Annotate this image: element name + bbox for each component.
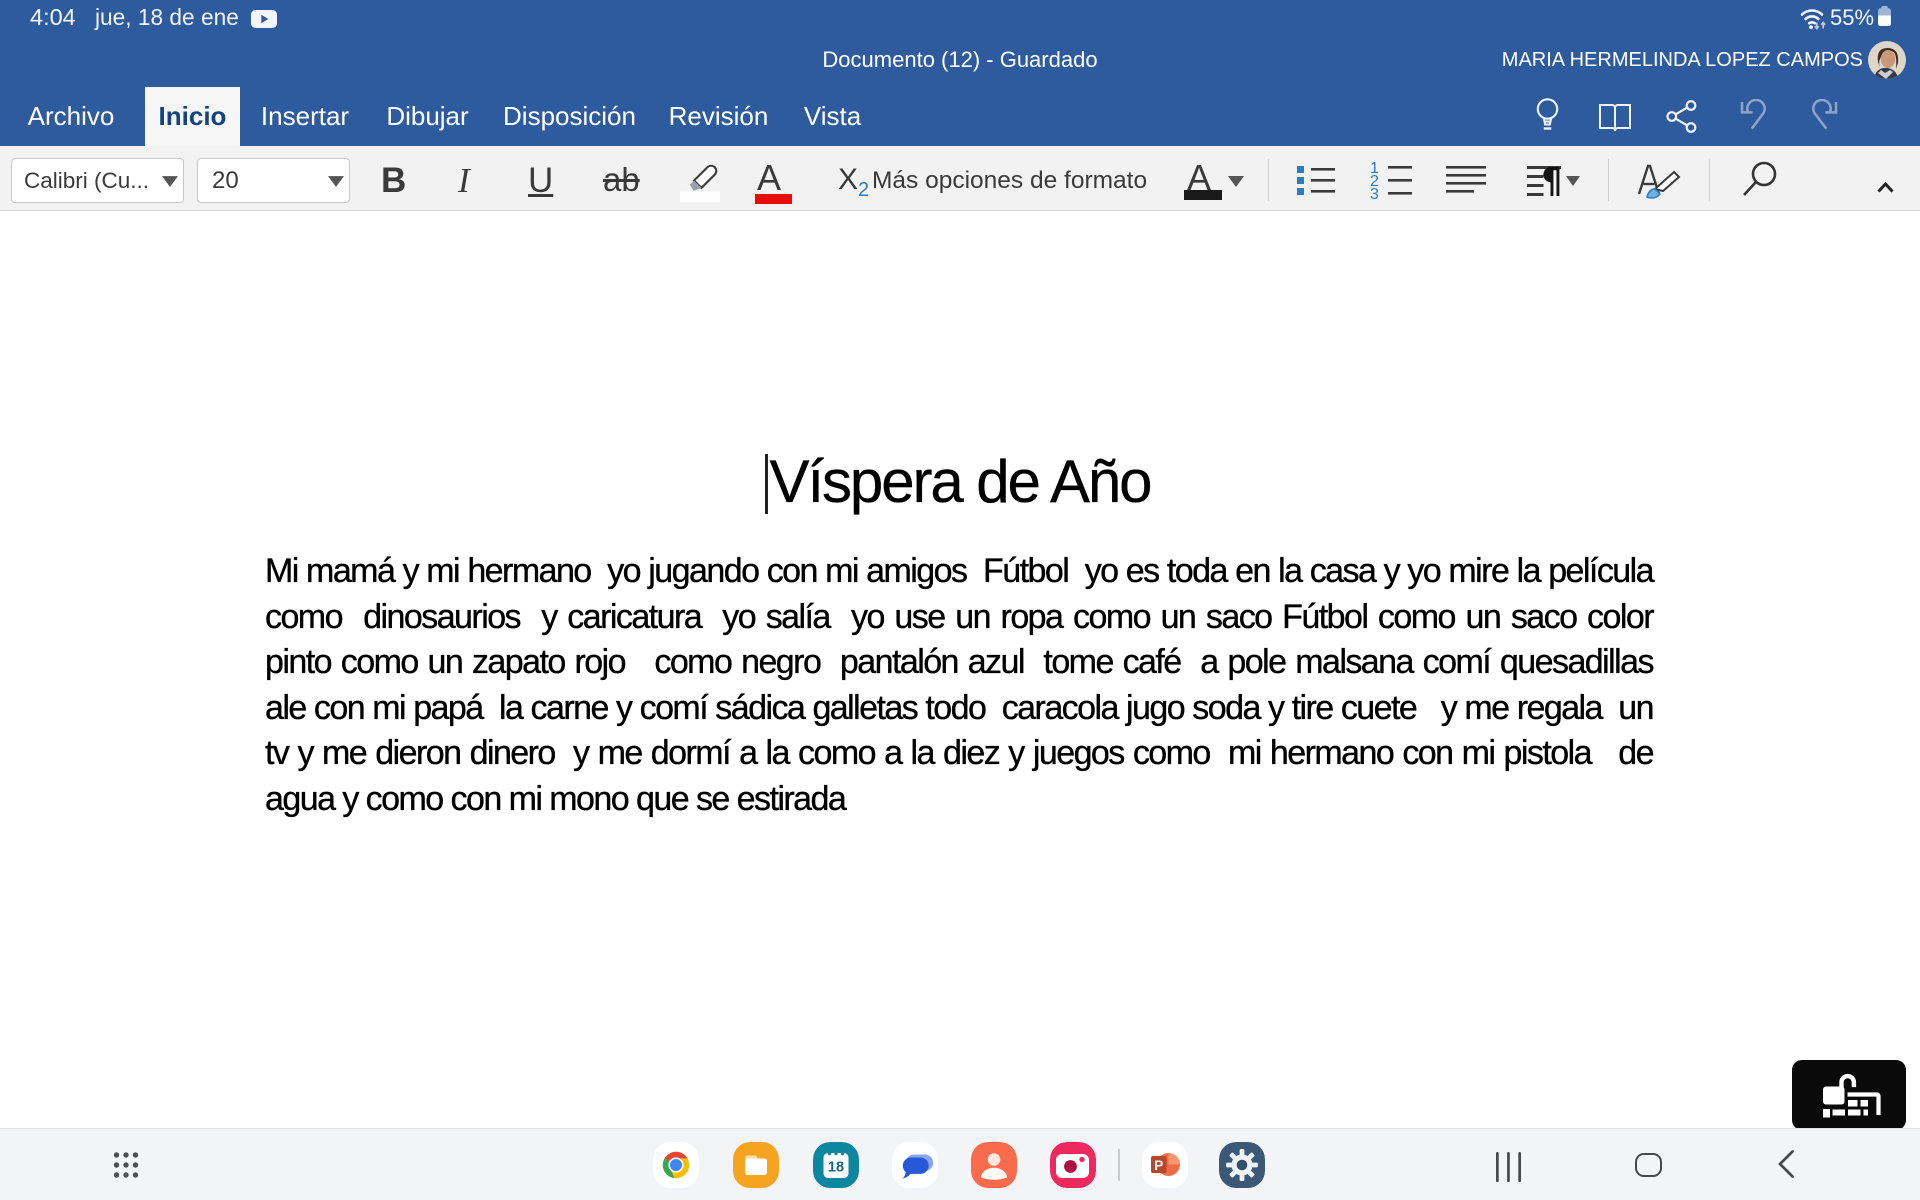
svg-text:18: 18	[828, 1160, 844, 1176]
svg-text:P: P	[1154, 1158, 1163, 1173]
svg-text:3: 3	[1370, 186, 1379, 199]
